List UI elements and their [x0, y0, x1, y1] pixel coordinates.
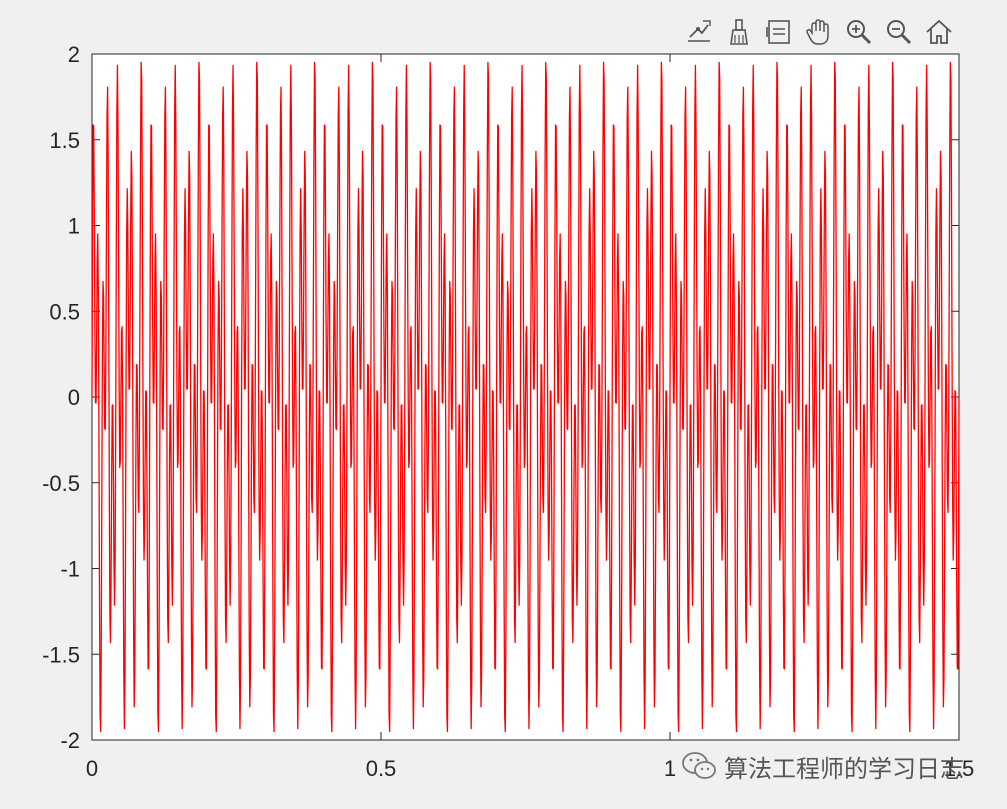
watermark: 算法工程师的学习日志 [680, 746, 964, 786]
data-tips-button[interactable] [680, 13, 718, 51]
home-button[interactable] [920, 13, 958, 51]
data-tips-icon [688, 20, 711, 42]
zoom-out-icon [887, 20, 912, 45]
y-tick-label: -2 [60, 728, 80, 753]
x-tick-label: 1 [664, 756, 676, 781]
y-tick-label: 1.5 [49, 128, 80, 153]
data-cursor-button[interactable] [760, 13, 798, 51]
y-tick-label: -0.5 [42, 471, 80, 496]
pan-icon [806, 19, 829, 45]
y-tick-label: 0 [68, 385, 80, 410]
y-tick-label: -1 [60, 557, 80, 582]
home-icon [926, 19, 952, 44]
pan-button[interactable] [800, 13, 838, 51]
y-tick-label: 0.5 [49, 299, 80, 324]
data-cursor-icon [766, 20, 790, 44]
y-tick-label: 1 [68, 214, 80, 239]
wechat-icon [682, 752, 716, 779]
zoom-in-icon [847, 20, 872, 45]
brush-icon [730, 19, 748, 45]
brush-button[interactable] [720, 13, 758, 51]
x-tick-label: 0 [86, 756, 98, 781]
axes-toolbar [680, 12, 958, 52]
zoom-in-button[interactable] [840, 13, 878, 51]
y-tick-label: -1.5 [42, 642, 80, 667]
figure-canvas: 0 0.5 1 1.5-2-1.5-1-0.500.511.52 [42, 42, 974, 781]
watermark-text: 算法工程师的学习日志 [724, 754, 964, 783]
x-tick-label: 0.5 [366, 756, 397, 781]
y-tick-label: 2 [68, 42, 80, 67]
zoom-out-button[interactable] [880, 13, 918, 51]
